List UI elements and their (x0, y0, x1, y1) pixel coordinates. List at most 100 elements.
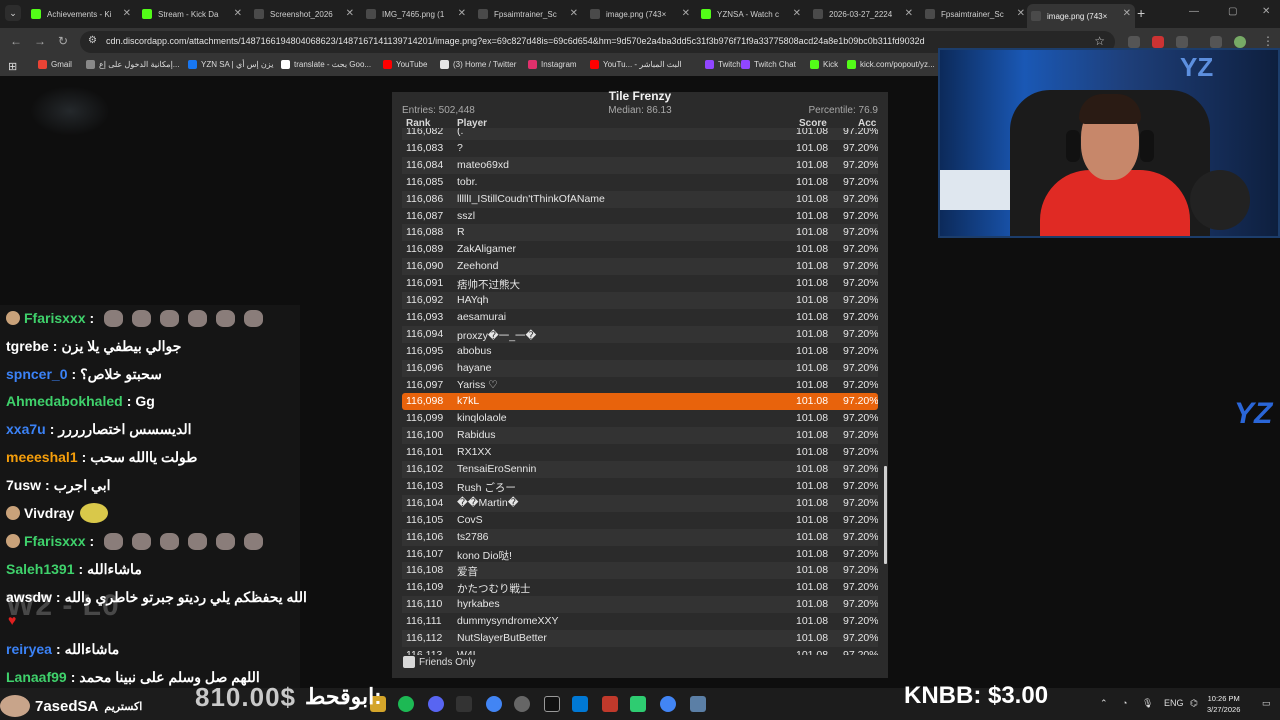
bookmark-item[interactable]: translate - بحث Goo... (281, 60, 371, 69)
tab-close-icon[interactable]: ✕ (570, 8, 578, 19)
chat-username[interactable]: Vivdray (24, 505, 74, 521)
bookmark-label: Gmail (51, 60, 72, 69)
bookmark-item[interactable]: Instagram (528, 60, 577, 69)
spotify-icon[interactable] (398, 696, 414, 712)
rank-cell: 116,083 (406, 141, 444, 154)
chat-username[interactable]: Lanaaf99 (6, 669, 67, 685)
score-cell: 101.08 (796, 530, 829, 543)
player-cell: ? (457, 141, 463, 154)
tab-search-icon[interactable]: ⌄ (5, 5, 21, 21)
clock[interactable]: 10:26 PM 3/27/2026 (1207, 693, 1240, 715)
tab-close-icon[interactable]: ✕ (1123, 8, 1131, 19)
apps-grid-icon[interactable]: ⊞ (8, 60, 17, 73)
chrome-icon[interactable] (486, 696, 502, 712)
bookmark-item[interactable]: Gmail (38, 60, 72, 69)
browser-tab[interactable]: IMG_7465.png (1 ✕ (362, 4, 470, 24)
browser-tab[interactable]: Achievements - Ki ✕ (27, 4, 135, 24)
friends-only-label: Friends Only (419, 656, 476, 668)
browser-tab[interactable]: 2026-03-27_2224 ✕ (809, 4, 917, 24)
chat-message: Ffarisxxx: (6, 307, 264, 329)
app-icon[interactable] (630, 696, 646, 712)
tab-close-icon[interactable]: ✕ (234, 8, 242, 19)
chat-username[interactable]: 7usw (6, 477, 41, 493)
browser-tab[interactable]: Screenshot_2026 ✕ (250, 4, 358, 24)
profile-avatar[interactable] (1234, 36, 1246, 48)
new-tab-icon[interactable]: + (1137, 5, 1145, 21)
tab-close-icon[interactable]: ✕ (682, 8, 690, 19)
browser-tab[interactable]: image.png (743× ✕ (586, 4, 694, 24)
minimize-icon[interactable]: — (1189, 6, 1199, 17)
chat-username[interactable]: reiryea (6, 641, 52, 657)
bookmark-star-icon[interactable]: ☆ (1094, 34, 1105, 48)
browser-tab[interactable]: Stream - Kick Da ✕ (138, 4, 246, 24)
bookmark-item[interactable]: (3) Home / Twitter (440, 60, 516, 69)
chrome-icon[interactable] (660, 696, 676, 712)
close-window-icon[interactable]: ✕ (1262, 6, 1270, 17)
tab-close-icon[interactable]: ✕ (346, 8, 354, 19)
wifi-icon[interactable]: ◔ (1122, 698, 1127, 708)
bookmark-item[interactable]: إمكانية الدخول على إع... (86, 60, 179, 69)
browser-tab[interactable]: Fpsaimtrainer_Sc ✕ (474, 4, 582, 24)
url-text[interactable]: cdn.discordapp.com/attachments/148716619… (106, 36, 925, 46)
forward-icon[interactable]: → (34, 34, 46, 48)
extension-icon[interactable] (1152, 36, 1164, 48)
chat-message: tgrebe: جوالي بيطفي يلا يزن (6, 335, 181, 357)
chat-username[interactable]: spncer_0 (6, 366, 67, 382)
reload-icon[interactable]: ↻ (58, 34, 68, 48)
donation-label: ابوقحط: (305, 684, 382, 709)
browser-tab[interactable]: image.png (743× ✕ (1027, 4, 1135, 28)
leaderboard-row: 116,082 (. 101.08 97.20% (402, 128, 878, 140)
network-icon[interactable]: ⌬ (1190, 698, 1198, 709)
browser-tab[interactable]: Fpsaimtrainer_Sc ✕ (921, 4, 1029, 24)
chat-username[interactable]: tgrebe (6, 338, 49, 354)
bookmark-item[interactable]: Kick (810, 60, 838, 69)
obs-icon[interactable] (544, 696, 560, 712)
friends-only-toggle[interactable]: Friends Only (403, 656, 476, 668)
bookmark-favicon-icon (281, 60, 290, 69)
tab-close-icon[interactable]: ✕ (458, 8, 466, 19)
calculator-icon[interactable] (690, 696, 706, 712)
language-indicator[interactable]: ENG (1164, 698, 1184, 708)
site-info-icon[interactable]: ⚙ (88, 35, 97, 46)
extension-icon[interactable] (1128, 36, 1140, 48)
rank-cell: 116,084 (406, 158, 444, 171)
media-icon[interactable] (1210, 36, 1222, 48)
app-icon[interactable] (514, 696, 530, 712)
chat-username[interactable]: Ffarisxxx (24, 533, 85, 549)
leaderboard-scrollbar[interactable] (884, 466, 887, 564)
chat-username[interactable]: Saleh1391 (6, 561, 75, 577)
bookmark-item[interactable]: Twitch (705, 60, 741, 69)
mic-icon[interactable]: 🎙 (1142, 698, 1153, 709)
chat-text: ابي اجرب (53, 476, 111, 493)
chat-separator: : (89, 310, 95, 326)
bookmark-item[interactable]: Twitch Chat (741, 60, 796, 69)
tab-close-icon[interactable]: ✕ (793, 8, 801, 19)
friends-only-checkbox[interactable] (403, 656, 415, 668)
tab-label: IMG_7465.png (1 (382, 9, 445, 19)
chat-username[interactable]: xxa7u (6, 421, 46, 437)
chat-username[interactable]: meeeshal1 (6, 449, 78, 465)
bookmark-item[interactable]: YZN SA | يزن إس أي (188, 60, 273, 69)
app-icon[interactable] (602, 696, 618, 712)
bookmark-label: YouTube (396, 60, 428, 69)
menu-kebab-icon[interactable]: ⋮ (1262, 34, 1274, 48)
accuracy-cell: 97.20% (843, 496, 878, 509)
rank-cell: 116,108 (406, 564, 444, 577)
tab-close-icon[interactable]: ✕ (905, 8, 913, 19)
maximize-icon[interactable]: ▢ (1228, 6, 1237, 17)
chat-username[interactable]: Ffarisxxx (24, 310, 85, 326)
bookmark-item[interactable]: YouTube (383, 60, 427, 69)
bookmark-item[interactable]: YouTu... - البث المباشر (590, 60, 682, 69)
terminal-icon[interactable] (456, 696, 472, 712)
tray-chevron-icon[interactable]: ⌃ (1100, 698, 1108, 709)
app-icon[interactable] (572, 696, 588, 712)
chat-username[interactable]: Ahmedabokhaled (6, 393, 123, 409)
back-icon[interactable]: ← (10, 34, 22, 48)
browser-tab[interactable]: YZNSA - Watch c ✕ (697, 4, 805, 24)
extensions-puzzle-icon[interactable] (1176, 36, 1188, 48)
tab-close-icon[interactable]: ✕ (123, 8, 131, 19)
bookmark-item[interactable]: kick.com/popout/yz... (847, 60, 935, 69)
tab-close-icon[interactable]: ✕ (1017, 8, 1025, 19)
discord-icon[interactable] (428, 696, 444, 712)
notification-icon[interactable]: ▭ (1262, 698, 1271, 709)
